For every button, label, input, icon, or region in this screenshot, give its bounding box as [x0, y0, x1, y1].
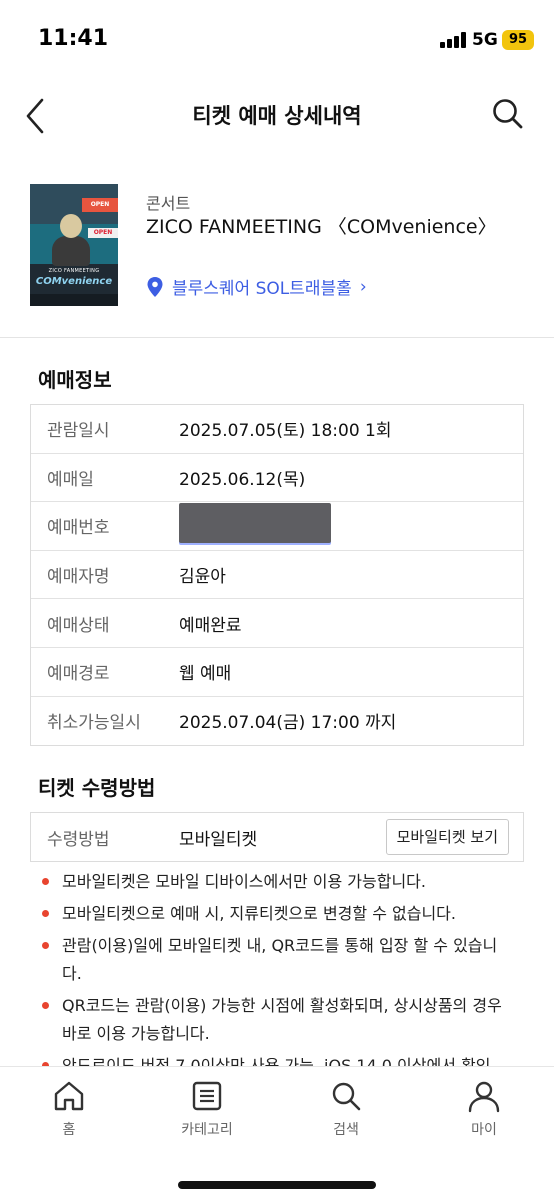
poster-title: COMvenience	[35, 276, 113, 287]
search-button[interactable]	[488, 94, 528, 134]
event-title: ZICO FANMEETING 〈COMvenience〉	[146, 216, 497, 238]
row-value: 2025.06.12(목)	[179, 469, 306, 490]
ticket-receive-table: 수령방법 모바일티켓 모바일티켓 보기	[30, 812, 524, 862]
search-icon	[493, 99, 523, 129]
signal-icon	[440, 32, 466, 48]
nav-item-home[interactable]: 홈	[19, 1079, 119, 1139]
table-row: 취소가능일시 2025.07.04(금) 17:00 까지	[31, 697, 523, 746]
venue-name: 블루스퀘어 SOL트래블홀	[172, 279, 352, 299]
row-label: 예매일	[47, 469, 94, 490]
row-value: 웹 예매	[179, 664, 232, 685]
network-label: 5G	[472, 30, 498, 50]
chevron-right-icon: ›	[359, 276, 367, 297]
receive-label: 수령방법	[47, 829, 110, 850]
notice-list: 모바일티켓은 모바일 디바이스에서만 이용 가능합니다. 모바일티켓으로 예매 …	[40, 868, 510, 1066]
nav-item-search[interactable]: 검색	[296, 1079, 396, 1139]
battery-icon: 95	[502, 30, 534, 50]
nav-item-my[interactable]: 마이	[434, 1079, 534, 1139]
nav-label: 마이	[471, 1122, 497, 1138]
nav-item-category[interactable]: 카테고리	[157, 1079, 257, 1139]
row-value: 예매완료	[179, 615, 242, 636]
row-value	[179, 503, 331, 548]
nav-label: 검색	[333, 1122, 359, 1138]
search-icon	[332, 1082, 361, 1111]
booking-info-title: 예매정보	[38, 368, 112, 392]
poster-subtitle: ZICO FANMEETING	[48, 268, 100, 274]
table-row: 예매번호	[31, 502, 523, 551]
view-mobile-ticket-button[interactable]: 모바일티켓 보기	[385, 819, 509, 855]
list-item: 안드로이드 버전 7.0이상만 사용 가능, iOS 14.0 이상에서 확인 …	[40, 1052, 510, 1066]
venue-link[interactable]: 블루스퀘어 SOL트래블홀 ›	[146, 274, 367, 299]
list-item: QR코드는 관람(이용) 가능한 시점에 활성화되며, 상시상품의 경우 바로 …	[40, 992, 510, 1048]
row-value: 2025.07.05(토) 18:00 1회	[179, 421, 392, 442]
table-row: 관람일시 2025.07.05(토) 18:00 1회	[31, 405, 523, 454]
row-label: 관람일시	[47, 421, 110, 442]
list-item: 모바일티켓은 모바일 디바이스에서만 이용 가능합니다.	[40, 868, 510, 896]
page-title: 티켓 예매 상세내역	[192, 104, 362, 128]
ticket-receive-title: 티켓 수령방법	[38, 776, 156, 800]
table-row: 예매일 2025.06.12(목)	[31, 454, 523, 503]
nav-label: 홈	[62, 1122, 76, 1138]
back-button[interactable]	[20, 94, 54, 138]
table-row: 예매자명 김윤아	[31, 551, 523, 600]
booking-info-table: 관람일시 2025.07.05(토) 18:00 1회 예매일 2025.06.…	[30, 404, 524, 747]
notice-text: 모바일티켓은 모바일 디바이스에서만 이용 가능합니다.	[62, 872, 426, 891]
notice-text: 안드로이드 버전 7.0이상만 사용 가능, iOS 14.0 이상에서 확인 …	[62, 1056, 491, 1066]
receive-value: 모바일티켓	[179, 829, 258, 850]
list-item: 모바일티켓으로 예매 시, 지류티켓으로 변경할 수 없습니다.	[40, 900, 510, 928]
status-time: 11:41	[38, 26, 109, 51]
table-row: 예매상태 예매완료	[31, 599, 523, 648]
home-icon	[54, 1081, 84, 1111]
category-icon	[192, 1081, 222, 1111]
row-label: 예매번호	[47, 518, 110, 539]
row-label: 예매경로	[47, 664, 110, 685]
location-pin-icon	[147, 276, 163, 297]
row-label: 취소가능일시	[47, 713, 141, 734]
list-item: 관람(이용)일에 모바일티켓 내, QR코드를 통해 입장 할 수 있습니다.	[40, 932, 510, 988]
poster-sign-2: OPEN	[88, 228, 118, 238]
notice-text: 모바일티켓으로 예매 시, 지류티켓으로 변경할 수 없습니다.	[62, 904, 456, 923]
notice-text: 관람(이용)일에 모바일티켓 내, QR코드를 통해 입장 할 수 있습니다.	[62, 936, 498, 983]
table-row: 예매경로 웹 예매	[31, 648, 523, 697]
chevron-left-icon	[26, 98, 44, 134]
event-genre: 콘서트	[146, 194, 191, 213]
row-label: 예매상태	[47, 615, 110, 636]
redacted-booking-number	[179, 503, 331, 544]
bottom-nav: 홈 카테고리 검색 마이	[0, 1066, 554, 1200]
row-label: 예매자명	[47, 567, 110, 588]
row-value: 김윤아	[179, 567, 226, 588]
user-icon	[468, 1081, 500, 1113]
event-poster[interactable]: OPEN OPEN ZICO FANMEETING COMvenience	[30, 184, 118, 306]
event-summary: OPEN OPEN ZICO FANMEETING COMvenience 콘서…	[0, 170, 554, 338]
header: 티켓 예매 상세내역	[0, 80, 554, 150]
row-value: 2025.07.04(금) 17:00 까지	[179, 713, 397, 734]
bullet-icon	[42, 1002, 49, 1009]
nav-label: 카테고리	[181, 1122, 233, 1138]
home-indicator	[178, 1181, 376, 1189]
status-bar: 11:41 5G 95	[0, 0, 554, 80]
bullet-icon	[42, 910, 49, 917]
bullet-icon	[42, 878, 49, 885]
notice-text: QR코드는 관람(이용) 가능한 시점에 활성화되며, 상시상품의 경우 바로 …	[62, 996, 502, 1043]
bullet-icon	[42, 942, 49, 949]
poster-sign: OPEN	[82, 198, 118, 212]
